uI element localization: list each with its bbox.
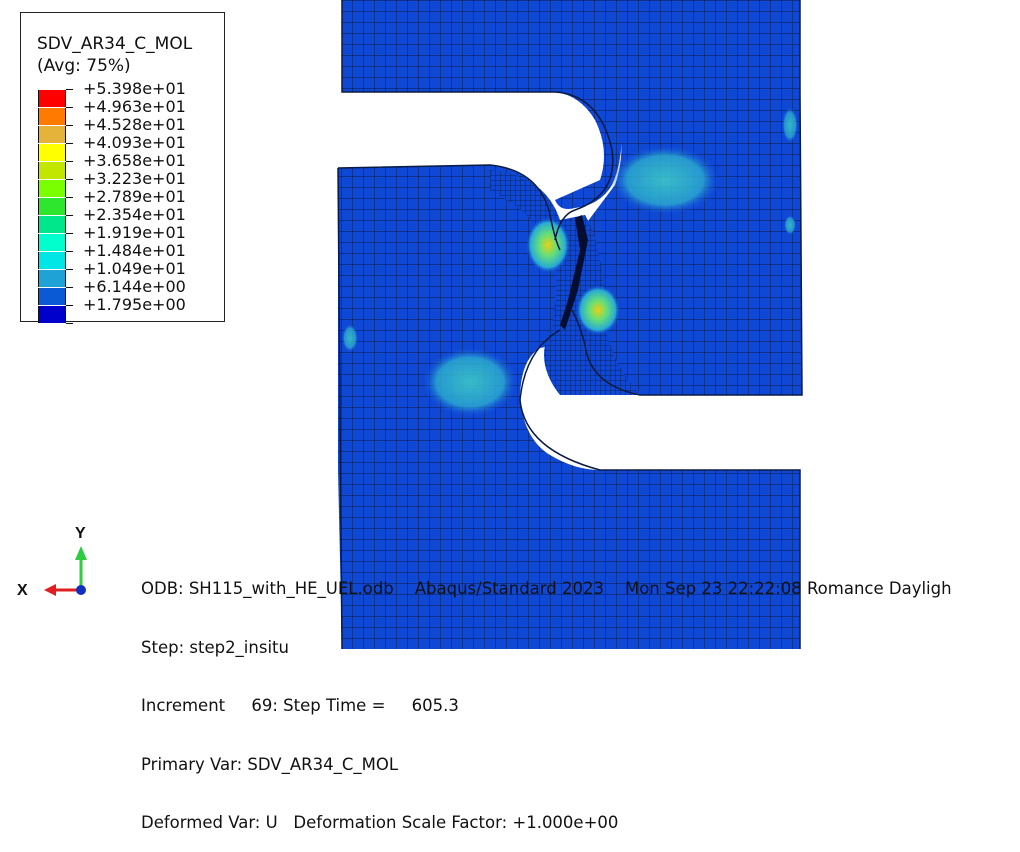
- legend-swatch: [38, 306, 66, 323]
- info-primary-var-line: Primary Var: SDV_AR34_C_MOL: [141, 754, 399, 774]
- legend-value-label: +4.093e+01: [83, 133, 186, 152]
- legend-swatch: [38, 180, 66, 197]
- legend-value-label: +1.919e+01: [83, 223, 186, 242]
- legend-value-label: +2.789e+01: [83, 187, 186, 206]
- legend-tick: [66, 107, 73, 108]
- legend-value-label: +5.398e+01: [83, 79, 186, 98]
- triad-x-label: X: [17, 582, 28, 599]
- legend-swatch: [38, 288, 66, 305]
- legend-swatch: [38, 252, 66, 269]
- legend-swatch: [38, 126, 66, 143]
- legend-swatch: [38, 90, 66, 107]
- legend-value-label: +6.144e+00: [83, 277, 186, 296]
- info-odb-line: ODB: SH115_with_HE_UEL.odb Abaqus/Standa…: [141, 579, 952, 598]
- legend-tick: [66, 215, 73, 216]
- legend-tick: [66, 161, 73, 162]
- info-deformed-var-line: Deformed Var: U Deformation Scale Factor…: [141, 813, 619, 832]
- legend-value-label: +1.484e+01: [83, 241, 186, 260]
- legend-value-label: +1.049e+01: [83, 259, 186, 278]
- odb-info-block: ODB: SH115_with_HE_UEL.odb Abaqus/Standa…: [141, 540, 952, 852]
- info-increment-line: Increment 69: Step Time = 605.3: [141, 696, 459, 715]
- legend-value-label: +4.528e+01: [83, 115, 186, 134]
- legend-tick: [66, 143, 73, 144]
- legend-swatch: [38, 144, 66, 161]
- legend-tick: [66, 89, 73, 90]
- legend-value-label: +2.354e+01: [83, 205, 186, 224]
- axis-triad: Y X: [17, 525, 87, 599]
- legend-subtitle: (Avg: 75%): [37, 56, 131, 76]
- legend-tick: [66, 305, 73, 306]
- legend-swatch: [38, 270, 66, 287]
- legend-swatch: [38, 162, 66, 179]
- legend-tick: [66, 233, 73, 234]
- info-step-line: Step: step2_insitu: [141, 637, 289, 657]
- legend-tick: [66, 269, 73, 270]
- legend-tick: [66, 323, 73, 324]
- legend-tick: [66, 197, 73, 198]
- contour-legend: SDV_AR34_C_MOL (Avg: 75%) +5.398e+01 +4.9…: [20, 12, 225, 324]
- legend-value-label: +3.223e+01: [83, 169, 186, 188]
- legend-swatch: [38, 234, 66, 251]
- legend-tick: [66, 287, 73, 288]
- legend-value-label: +1.795e+00: [83, 295, 186, 314]
- legend-swatch: [38, 198, 66, 215]
- legend-swatch: [38, 108, 66, 125]
- legend-tick: [66, 179, 73, 180]
- legend-value-label: +4.963e+01: [83, 97, 186, 116]
- legend-title: SDV_AR34_C_MOL: [37, 34, 193, 54]
- legend-value-label: +3.658e+01: [83, 151, 186, 170]
- legend-tick: [66, 251, 73, 252]
- triad-y-label: Y: [75, 525, 86, 542]
- legend-swatch: [38, 216, 66, 233]
- legend-tick: [66, 125, 73, 126]
